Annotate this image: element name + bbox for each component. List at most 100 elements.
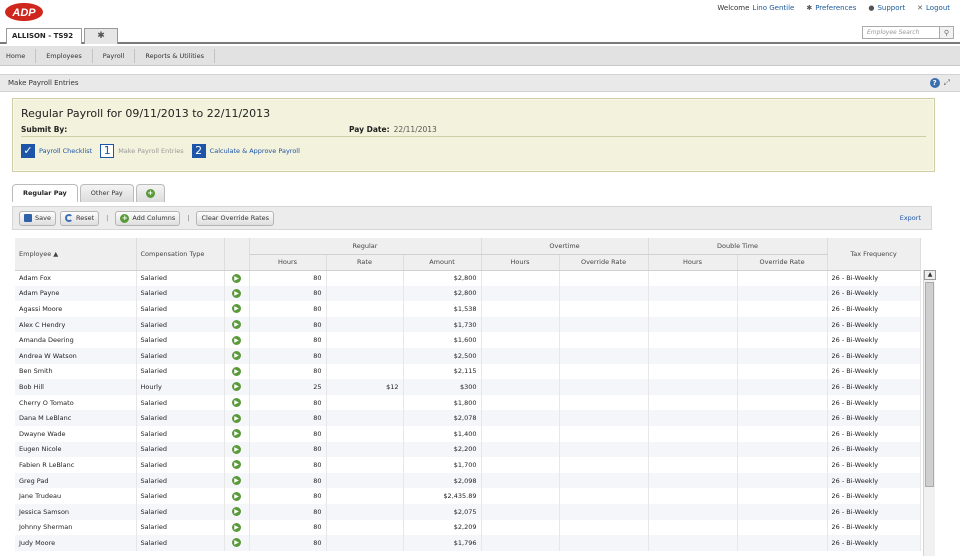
regular-rate-cell[interactable] [326,332,404,348]
table-row[interactable]: Adam Payne Salaried ▶ 80 $2,800 26 - Bi-Weekl… [15,285,921,302]
regular-rate-cell[interactable] [326,441,404,458]
arrow-right-icon[interactable]: ▶ [232,366,241,376]
double-time-hours-cell[interactable] [648,347,738,364]
search-button[interactable]: ⚲ [940,26,954,39]
arrow-right-icon[interactable]: ▶ [232,382,241,392]
regular-rate-cell[interactable] [326,457,404,473]
regular-hours-cell[interactable]: 80 [249,472,327,489]
menu-item-reports[interactable]: Reports & Utilities [145,52,204,60]
table-row[interactable]: Judy Moore Salaried ▶ 80 $1,796 26 - Bi-Weekl… [15,535,921,551]
overtime-override-rate-header[interactable]: Override Rate [559,254,649,271]
overtime-hours-cell[interactable] [481,503,560,520]
table-row[interactable]: Johnny Sherman Salaried ▶ 80 $2,209 26 - Bi-W… [15,519,921,536]
double-time-hours-cell[interactable] [648,425,738,442]
add-columns-button[interactable]: + Add Columns [115,210,181,226]
regular-hours-cell[interactable]: 80 [249,519,327,536]
overtime-override-rate-cell[interactable] [559,347,649,364]
double-time-override-rate-cell[interactable] [737,441,828,458]
double-time-override-rate-cell[interactable] [737,332,828,348]
row-action[interactable]: ▶ [224,410,250,426]
overtime-hours-cell[interactable] [481,535,560,551]
overtime-hours-cell[interactable] [481,472,560,489]
arrow-right-icon[interactable]: ▶ [232,304,241,314]
regular-hours-cell[interactable]: 80 [249,394,327,411]
row-action[interactable]: ▶ [224,503,250,520]
regular-hours-cell[interactable]: 25 [249,379,327,395]
overtime-override-rate-cell[interactable] [559,503,649,520]
double-time-hours-cell[interactable] [648,457,738,473]
expand-icon[interactable]: ⤢ [944,78,950,88]
overtime-override-rate-cell[interactable] [559,441,649,458]
double-time-override-rate-cell[interactable] [737,379,828,395]
arrow-right-icon[interactable]: ▶ [232,320,241,330]
table-row[interactable]: Jessica Samson Salaried ▶ 80 $2,075 26 - Bi-W… [15,503,921,520]
regular-hours-cell[interactable]: 80 [249,270,327,286]
regular-hours-cell[interactable]: 80 [249,316,327,333]
regular-hours-cell[interactable]: 80 [249,488,327,504]
regular-rate-cell[interactable] [326,488,404,504]
regular-amount-cell[interactable]: $2,200 [403,441,482,458]
row-action[interactable]: ▶ [224,457,250,473]
regular-rate-cell[interactable] [326,425,404,442]
overtime-hours-cell[interactable] [481,332,560,348]
regular-rate-cell[interactable] [326,363,404,380]
arrow-right-icon[interactable]: ▶ [232,538,241,548]
regular-rate-cell[interactable] [326,285,404,302]
user-name-link[interactable]: Lino Gentile [752,4,794,12]
regular-rate-cell[interactable]: $12 [326,379,404,395]
arrow-right-icon[interactable]: ▶ [232,491,241,501]
table-row[interactable]: Fabien R LeBlanc Salaried ▶ 80 $1,700 26 - Bi… [15,457,921,473]
row-action[interactable]: ▶ [224,441,250,458]
arrow-right-icon[interactable]: ▶ [232,507,241,517]
regular-amount-cell[interactable]: $2,800 [403,285,482,302]
save-button[interactable]: Save [19,210,56,226]
arrow-right-icon[interactable]: ▶ [232,351,241,361]
overtime-hours-cell[interactable] [481,270,560,286]
payroll-checklist-link[interactable]: Payroll Checklist [39,147,92,155]
double-time-override-rate-header[interactable]: Override Rate [737,254,828,271]
overtime-override-rate-cell[interactable] [559,519,649,536]
row-action[interactable]: ▶ [224,488,250,504]
compensation-type-header[interactable]: Compensation Type [136,238,225,271]
table-row[interactable]: Eugen Nicole Salaried ▶ 80 $2,200 26 - Bi-Wee… [15,441,921,458]
arrow-right-icon[interactable]: ▶ [232,460,241,470]
regular-rate-cell[interactable] [326,472,404,489]
overtime-hours-cell[interactable] [481,379,560,395]
double-time-override-rate-cell[interactable] [737,488,828,504]
overtime-override-rate-cell[interactable] [559,316,649,333]
regular-amount-cell[interactable]: $2,500 [403,347,482,364]
overtime-override-rate-cell[interactable] [559,301,649,317]
table-row[interactable]: Ben Smith Salaried ▶ 80 $2,115 26 - Bi-Weekly [15,363,921,380]
grid-scrollbar[interactable]: ▲ [923,270,936,556]
regular-rate-cell[interactable] [326,316,404,333]
double-time-hours-cell[interactable] [648,441,738,458]
double-time-override-rate-cell[interactable] [737,535,828,551]
regular-rate-cell[interactable] [326,347,404,364]
regular-amount-cell[interactable]: $300 [403,379,482,395]
overtime-hours-cell[interactable] [481,425,560,442]
table-row[interactable]: Cherry O Tomato Salaried ▶ 80 $1,800 26 - Bi-… [15,394,921,411]
overtime-override-rate-cell[interactable] [559,488,649,504]
overtime-override-rate-cell[interactable] [559,425,649,442]
preferences-link[interactable]: ✱ Preferences [806,4,856,12]
arrow-right-icon[interactable]: ▶ [232,273,241,283]
regular-amount-cell[interactable]: $1,538 [403,301,482,317]
double-time-hours-cell[interactable] [648,270,738,286]
row-action[interactable]: ▶ [224,425,250,442]
double-time-hours-cell[interactable] [648,503,738,520]
menu-item-employees[interactable]: Employees [46,52,82,60]
overtime-override-rate-cell[interactable] [559,410,649,426]
menu-item-payroll[interactable]: Payroll [103,52,125,60]
regular-amount-cell[interactable]: $1,796 [403,535,482,551]
double-time-override-rate-cell[interactable] [737,519,828,536]
overtime-override-rate-cell[interactable] [559,379,649,395]
double-time-override-rate-cell[interactable] [737,394,828,411]
double-time-override-rate-cell[interactable] [737,301,828,317]
double-time-override-rate-cell[interactable] [737,270,828,286]
row-action[interactable]: ▶ [224,285,250,302]
double-time-hours-cell[interactable] [648,332,738,348]
arrow-right-icon[interactable]: ▶ [232,429,241,439]
overtime-override-rate-cell[interactable] [559,363,649,380]
regular-amount-cell[interactable]: $1,800 [403,394,482,411]
regular-amount-cell[interactable]: $2,435.89 [403,488,482,504]
